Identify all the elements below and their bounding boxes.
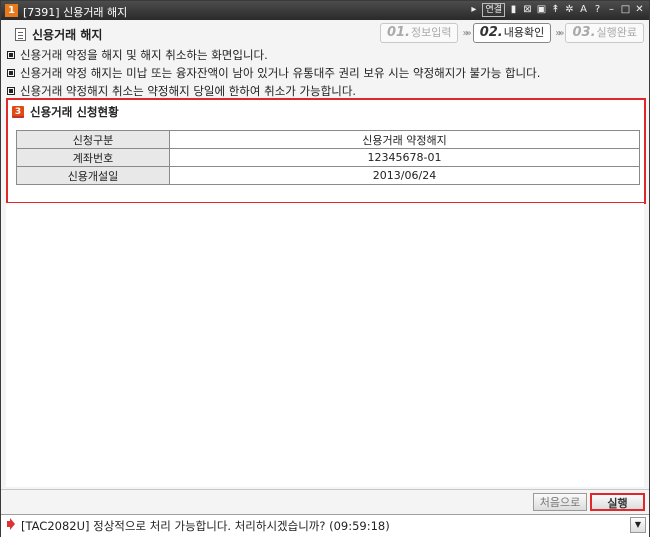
guide-notes: 신용거래 약정을 해지 및 해지 취소하는 화면입니다. 신용거래 약정 해지는… [7, 46, 540, 100]
font-size-icon[interactable]: A [578, 3, 589, 17]
help-icon[interactable]: ? [592, 3, 603, 17]
step-arrow-icon: »» [555, 27, 564, 39]
row-label: 신용개설일 [16, 166, 170, 185]
step-indicator: 01.정보입력 »» 02.내용확인 »» 03.실행완료 [379, 23, 644, 43]
settings-icon[interactable]: ✲ [564, 3, 575, 17]
app-number-icon: 1 [5, 4, 18, 17]
grid-icon[interactable]: ⊠ [522, 3, 533, 17]
row-label: 계좌번호 [16, 148, 170, 167]
panel-title: 신용거래 신청현황 [30, 105, 119, 119]
table-row: 계좌번호 12345678-01 [16, 148, 640, 167]
row-value: 신용거래 약정해지 [169, 130, 640, 149]
maximize-icon[interactable]: □ [620, 3, 631, 17]
table-row: 신용개설일 2013/06/24 [16, 166, 640, 185]
pin-icon[interactable]: ▮ [508, 3, 519, 17]
app-window: 1 [7391] 신용거래 해지 ▸ 연결 ▮ ⊠ ▣ ↟ ✲ A ? – □ … [0, 0, 650, 537]
note-item: 신용거래 약정 해지는 미납 또는 융자잔액이 남아 있거나 유통대주 권리 보… [7, 64, 540, 82]
credit-status-panel: 3 신용거래 신청현황 신청구분 신용거래 약정해지 계좌번호 12345678… [6, 98, 646, 204]
thumbtack-icon[interactable]: ↟ [550, 3, 561, 17]
row-value: 12345678-01 [169, 148, 640, 167]
section-number-icon: 3 [12, 106, 24, 118]
row-value: 2013/06/24 [169, 166, 640, 185]
bullet-icon [7, 51, 15, 59]
status-bar: [TAC2082U] 정상적으로 처리 가능합니다. 처리하시겠습니까? (09… [1, 514, 649, 537]
page-title: 신용거래 해지 [32, 28, 103, 42]
window-title: [7391] 신용거래 해지 [23, 6, 128, 19]
status-message: [TAC2082U] 정상적으로 처리 가능합니다. 처리하시겠습니까? (09… [21, 519, 390, 533]
title-controls: ▸ 연결 ▮ ⊠ ▣ ↟ ✲ A ? – □ ✕ [468, 3, 645, 17]
link-button[interactable]: 연결 [482, 3, 505, 17]
execute-button[interactable]: 실행 [590, 493, 645, 511]
bullet-icon [7, 87, 15, 95]
step-1: 01.정보입력 [379, 23, 459, 43]
note-item: 신용거래 약정을 해지 및 해지 취소하는 화면입니다. [7, 46, 540, 64]
speaker-icon [7, 521, 11, 527]
action-bar: 처음으로 실행 [1, 489, 649, 515]
step-3: 03.실행완료 [565, 23, 644, 43]
reset-button[interactable]: 처음으로 [533, 493, 587, 511]
status-table: 신청구분 신용거래 약정해지 계좌번호 12345678-01 신용개설일 20… [16, 130, 640, 185]
document-icon [15, 28, 26, 41]
arrow-right-icon[interactable]: ▸ [468, 3, 479, 17]
content-area [6, 203, 644, 487]
step-2: 02.내용확인 [472, 23, 552, 43]
row-label: 신청구분 [16, 130, 170, 149]
chevron-down-icon[interactable]: ▼ [630, 517, 646, 533]
window-icon[interactable]: ▣ [536, 3, 547, 17]
title-bar[interactable]: 1 [7391] 신용거래 해지 ▸ 연결 ▮ ⊠ ▣ ↟ ✲ A ? – □ … [1, 1, 649, 20]
minimize-icon[interactable]: – [606, 3, 617, 17]
table-row: 신청구분 신용거래 약정해지 [16, 130, 640, 149]
step-arrow-icon: »» [462, 27, 471, 39]
close-icon[interactable]: ✕ [634, 3, 645, 17]
bullet-icon [7, 69, 15, 77]
page-header: 신용거래 해지 01.정보입력 »» 02.내용확인 »» 03.실행완료 [1, 20, 649, 44]
